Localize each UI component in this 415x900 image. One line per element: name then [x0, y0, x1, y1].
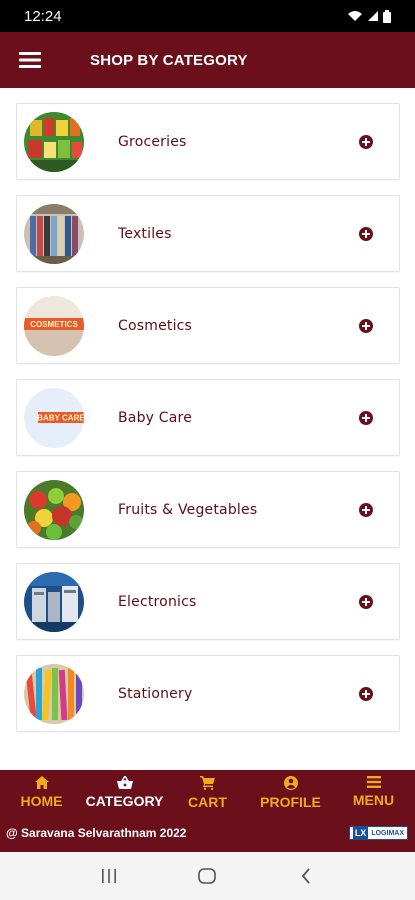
nav-cart-label: CART — [188, 794, 227, 810]
status-icons — [347, 9, 391, 23]
expand-plus-icon[interactable] — [359, 594, 373, 609]
category-card-electronics[interactable]: Electronics — [16, 563, 400, 640]
electronics-thumbnail — [24, 571, 84, 632]
category-label: Baby Care — [118, 409, 193, 426]
category-card-groceries[interactable]: Groceries — [16, 103, 400, 180]
fruits-vegetables-thumbnail — [24, 479, 84, 540]
app-screen: 12:24 SHOP BY CATEGORY Groceries Textile… — [0, 0, 415, 900]
status-bar: 12:24 — [0, 0, 415, 32]
recent-apps-icon — [102, 869, 117, 883]
menu-icon — [366, 776, 381, 788]
category-label: Groceries — [118, 133, 187, 150]
signal-icon — [368, 11, 378, 21]
nav-menu-label: MENU — [352, 792, 395, 808]
basket-icon — [116, 776, 133, 789]
battery-icon — [383, 9, 391, 23]
logo-mark: LX — [352, 827, 369, 839]
cosmetics-thumbnail: COSMETICS — [24, 295, 84, 356]
expand-plus-icon[interactable] — [359, 502, 373, 517]
stationery-thumbnail — [24, 663, 84, 724]
hamburger-icon[interactable] — [0, 32, 60, 88]
groceries-thumbnail — [24, 111, 84, 172]
nav-cart[interactable]: CART — [166, 776, 249, 820]
baby-care-thumbnail-text: BABY CARE — [37, 413, 84, 422]
back-chevron-icon — [301, 868, 310, 884]
profile-icon — [283, 776, 298, 790]
expand-plus-icon[interactable] — [359, 318, 373, 333]
category-label: Textiles — [118, 225, 172, 242]
nav-profile-label: PROFILE — [260, 794, 321, 810]
expand-plus-icon[interactable] — [359, 410, 373, 425]
nav-category-label: CATEGORY — [85, 793, 164, 809]
expand-plus-icon[interactable] — [359, 226, 373, 241]
expand-plus-icon[interactable] — [359, 134, 373, 149]
status-time: 12:24 — [24, 7, 62, 25]
nav-profile[interactable]: PROFILE — [249, 776, 332, 820]
nav-home-label: HOME — [20, 793, 63, 809]
home-icon — [34, 776, 49, 789]
textiles-thumbnail — [24, 203, 84, 264]
category-card-baby-care[interactable]: BABY CARE Baby Care — [16, 379, 400, 456]
system-navigation-bar — [0, 852, 415, 900]
category-label: Stationery — [118, 685, 193, 702]
category-card-fruits-vegetables[interactable]: Fruits & Vegetables — [16, 471, 400, 548]
wifi-icon — [348, 11, 362, 21]
expand-plus-icon[interactable] — [359, 686, 373, 701]
category-card-textiles[interactable]: Textiles — [16, 195, 400, 272]
copyright-text: @ Saravana Selvarathnam 2022 — [6, 826, 187, 840]
page-title: SHOP BY CATEGORY — [90, 51, 248, 69]
category-label: Cosmetics — [118, 317, 193, 334]
nav-category[interactable]: CATEGORY — [83, 776, 166, 820]
cosmetics-thumbnail-text: COSMETICS — [30, 320, 78, 329]
nav-menu[interactable]: MENU — [332, 776, 415, 820]
category-label: Electronics — [118, 593, 197, 610]
category-list: Groceries Textiles COSMETICS Cosmetics B… — [0, 88, 415, 770]
bottom-nav: HOME CATEGORY CART PROFILE MENU @ Sarava… — [0, 770, 415, 852]
nav-home[interactable]: HOME — [0, 776, 83, 820]
logo-wordmark: LOGIMAX — [371, 829, 404, 837]
category-label: Fruits & Vegetables — [118, 501, 258, 518]
cart-icon — [200, 776, 215, 790]
recent-apps-button[interactable] — [89, 856, 129, 896]
app-bar: SHOP BY CATEGORY — [0, 32, 415, 88]
baby-care-thumbnail: BABY CARE — [24, 387, 84, 448]
back-button[interactable] — [286, 856, 326, 896]
category-card-cosmetics[interactable]: COSMETICS Cosmetics — [16, 287, 400, 364]
category-card-stationery[interactable]: Stationery — [16, 655, 400, 732]
logimax-logo[interactable]: LX LOGIMAX — [348, 826, 408, 840]
home-button[interactable] — [187, 856, 227, 896]
home-circle-icon — [198, 868, 217, 884]
